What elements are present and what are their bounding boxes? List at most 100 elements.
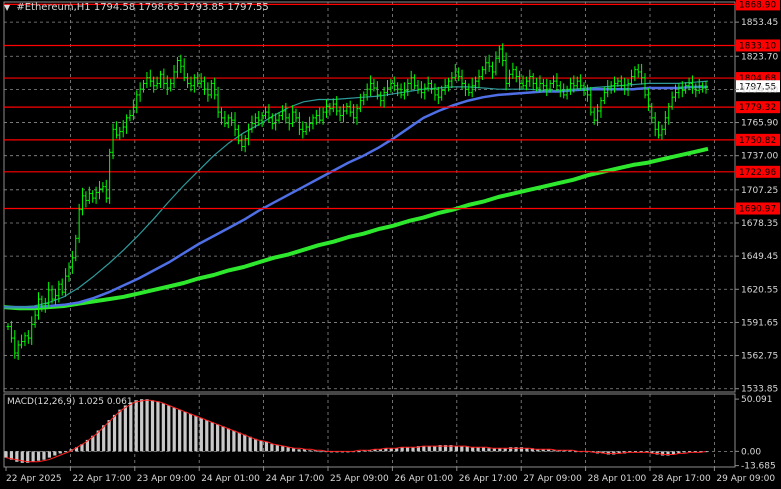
macd-bar <box>221 426 225 452</box>
macd-bar <box>107 420 111 452</box>
macd-bar <box>123 405 127 452</box>
macd-y-tick-label: 50.091 <box>741 395 773 405</box>
y-tick-label: 1620.55 <box>741 285 778 295</box>
macd-bar <box>297 449 301 452</box>
y-tick-label: 1707.25 <box>741 186 778 196</box>
x-tick-label: 26 Apr 01:00 <box>394 474 453 484</box>
trading-chart[interactable]: 1868.901833.101804.681779.321750.821722.… <box>0 0 781 489</box>
macd-bar <box>476 447 480 452</box>
macd-bar <box>134 400 138 452</box>
macd-bar <box>481 447 486 452</box>
macd-bar <box>118 409 122 452</box>
x-tick-label: 24 Apr 01:00 <box>201 474 260 484</box>
y-tick-label: 1765.90 <box>741 119 778 129</box>
x-tick-label: 29 Apr 09:00 <box>716 474 775 484</box>
level-label: 1868.90 <box>739 0 776 10</box>
macd-bar <box>422 446 426 452</box>
macd-bar <box>183 411 187 452</box>
macd-bar <box>199 417 203 452</box>
macd-bar <box>188 413 193 452</box>
macd-bar <box>4 451 8 458</box>
macd-title: MACD(12,26,9) 1.025 0.061 <box>7 397 133 407</box>
macd-bar <box>427 446 431 452</box>
macd-bar <box>210 422 214 452</box>
macd-y-tick-label: -13.685 <box>741 462 776 472</box>
macd-bar <box>319 451 323 453</box>
y-tick-label: 1591.65 <box>741 318 778 328</box>
macd-bar <box>150 400 155 452</box>
x-tick-label: 25 Apr 09:00 <box>330 474 389 484</box>
y-tick-label: 1853.45 <box>741 18 778 28</box>
macd-bar <box>140 399 144 452</box>
macd-bar <box>400 447 404 452</box>
macd-bar <box>167 405 171 452</box>
macd-bar <box>26 451 30 463</box>
x-tick-label: 28 Apr 17:00 <box>652 474 711 484</box>
macd-bar <box>53 451 57 456</box>
macd-bar <box>248 436 252 452</box>
macd-bar <box>682 451 686 453</box>
y-tick-label: 1823.70 <box>741 52 778 62</box>
macd-bar <box>471 447 475 452</box>
x-tick-label: 22 Apr 17:00 <box>72 474 131 484</box>
macd-bar <box>156 401 160 452</box>
x-tick-label: 24 Apr 17:00 <box>266 474 325 484</box>
macd-bar <box>259 440 263 452</box>
macd-bar <box>308 450 312 452</box>
level-label: 1779.32 <box>739 103 776 113</box>
macd-bar <box>216 424 220 452</box>
y-tick-label: 1562.75 <box>741 352 778 362</box>
macd-bar <box>129 402 133 452</box>
macd-bar <box>58 451 62 454</box>
macd-bar <box>460 446 464 452</box>
macd-bar <box>64 451 68 453</box>
level-label: 1690.97 <box>739 205 776 215</box>
macd-bar <box>286 447 290 452</box>
macd-bar <box>194 415 198 452</box>
y-tick-label: 1649.45 <box>741 252 778 262</box>
macd-bar <box>102 425 106 452</box>
macd-bar <box>411 447 415 452</box>
macd-bar <box>31 451 35 462</box>
macd-bar <box>36 451 41 461</box>
macd-bar <box>112 414 117 452</box>
y-tick-label: 1533.85 <box>741 385 778 395</box>
macd-bar <box>264 441 269 452</box>
x-tick-label: 28 Apr 01:00 <box>588 474 647 484</box>
y-tick-label: 1678.35 <box>741 219 778 229</box>
level-label: 1750.82 <box>739 136 776 146</box>
macd-bar <box>237 432 241 452</box>
macd-bar <box>433 446 437 452</box>
x-tick-label: 23 Apr 09:00 <box>137 474 196 484</box>
x-tick-label: 27 Apr 09:00 <box>523 474 582 484</box>
macd-bar <box>178 409 182 452</box>
macd-bar <box>357 451 361 453</box>
dropdown-triangle-icon[interactable]: ▼ <box>4 3 10 12</box>
chart-header: ▼ #Ethereum,H1 1794.58 1798.65 1793.85 1… <box>4 2 269 13</box>
macd-bar <box>454 446 458 452</box>
macd-bar <box>226 428 231 452</box>
symbol-label: #Ethereum,H1 <box>16 2 91 13</box>
macd-bar <box>487 448 491 452</box>
macd-bar <box>47 451 52 458</box>
macd-bar <box>243 434 247 452</box>
macd-bar <box>161 403 165 452</box>
macd-bar <box>232 430 236 452</box>
macd-bar <box>281 446 285 452</box>
macd-bar <box>254 438 258 452</box>
macd-bar <box>172 407 176 452</box>
x-tick-label: 22 Apr 2025 <box>6 474 62 484</box>
macd-bar <box>145 399 149 452</box>
macd-bar <box>42 451 46 460</box>
level-label: 1722.96 <box>739 168 776 178</box>
macd-bar <box>405 447 410 452</box>
level-label: 1833.10 <box>739 41 776 51</box>
x-tick-label: 26 Apr 17:00 <box>459 474 518 484</box>
macd-bar <box>205 420 209 452</box>
macd-bar <box>270 444 274 452</box>
ohlc-values: 1794.58 1798.65 1793.85 1797.55 <box>93 2 269 13</box>
macd-bar <box>275 445 279 452</box>
y-tick-label: 1794.80 <box>741 85 778 95</box>
macd-y-tick-label: 0.00 <box>741 447 761 457</box>
y-tick-label: 1737.00 <box>741 152 778 162</box>
